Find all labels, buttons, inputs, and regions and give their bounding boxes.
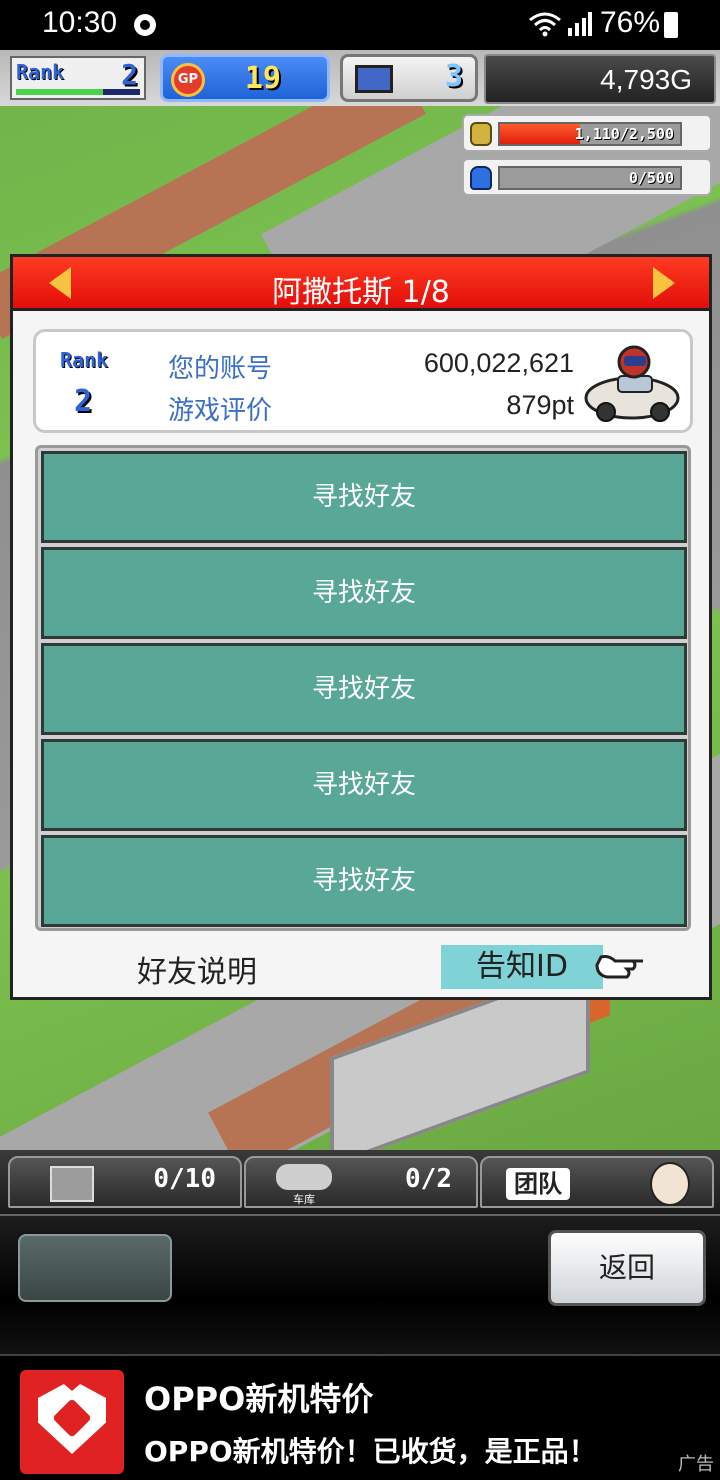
fuel-bottle-icon (470, 166, 492, 190)
coin-gauge-track: 1,110/2,500 (498, 122, 682, 146)
ad-tag: 广告 (678, 1454, 714, 1475)
bottom-toolbar: 0/10 车库 0/2 团队 (0, 1150, 720, 1214)
next-page-arrow-icon[interactable] (653, 267, 675, 299)
friends-dialog: 阿撒托斯 1/8 Rank 2 您的账号 600,022,621 游戏评价 87… (10, 254, 712, 1000)
fuel-gauge-track: 0/500 (498, 166, 682, 190)
coin-gauge-fill (500, 124, 580, 144)
crate-icon (50, 1166, 94, 1202)
research-panel[interactable]: 3 (340, 54, 478, 102)
rank-value: 2 (121, 58, 138, 91)
clock: 10:30 (42, 6, 118, 39)
team-label: 团队 (506, 1168, 570, 1200)
pointing-hand-icon (595, 955, 643, 979)
account-label: 您的账号 (168, 354, 273, 384)
rating-label: 游戏评价 (168, 396, 273, 426)
ad-subline: OPPO新机特价！已收货，是正品！ (144, 1435, 597, 1468)
garage-tab[interactable]: 车库 0/2 (244, 1156, 478, 1208)
notify-id-button[interactable]: 告知ID (441, 945, 603, 989)
garage-count: 0/2 (405, 1164, 452, 1194)
profile-card: Rank 2 您的账号 600,022,621 游戏评价 879pt (33, 329, 693, 433)
ad-banner[interactable]: OPPO新机特价 OPPO新机特价！已收货，是正品！ 广告 (0, 1354, 720, 1480)
status-bar: 10:30 76% (0, 0, 720, 50)
coin-stack-icon (470, 122, 492, 146)
gp-value: 19 (244, 61, 281, 96)
profile-rank-label: Rank (60, 348, 109, 372)
find-friend-button[interactable]: 寻找好友 (41, 739, 687, 831)
gp-panel[interactable]: GP 19 (160, 54, 330, 102)
team-tab[interactable]: 团队 (480, 1156, 714, 1208)
friend-list: 寻找好友 寻找好友 寻找好友 寻找好友 寻找好友 (35, 445, 691, 931)
battery-icon (664, 12, 678, 38)
staff-avatar-icon (650, 1162, 690, 1206)
coin-gauge: 1,110/2,500 (462, 114, 712, 152)
rank-panel[interactable]: Rank 2 (10, 56, 146, 100)
fuel-gauge-text: 0/500 (628, 169, 674, 187)
money-panel: 4,793G (484, 54, 716, 104)
computer-icon (355, 65, 393, 93)
coin-gauge-text: 1,110/2,500 (574, 125, 674, 143)
command-bar: 返回 (0, 1214, 720, 1354)
empty-command-slot (18, 1234, 172, 1302)
find-friend-button[interactable]: 寻找好友 (41, 643, 687, 735)
game-notification-icon (134, 14, 156, 36)
fuel-gauge: 0/500 (462, 158, 712, 196)
back-button[interactable]: 返回 (548, 1230, 706, 1306)
items-count: 0/10 (153, 1164, 216, 1194)
find-friend-button[interactable]: 寻找好友 (41, 547, 687, 639)
wifi-icon (529, 12, 561, 37)
battery-percent: 76% (600, 6, 661, 39)
profile-rank-value: 2 (74, 384, 93, 419)
rank-progress-bar (16, 89, 140, 95)
account-value: 600,022,621 (423, 348, 574, 378)
gp-coin-icon: GP (171, 63, 205, 97)
race-car-icon (584, 345, 680, 422)
items-tab[interactable]: 0/10 (8, 1156, 242, 1208)
money-value: 4,793G (600, 64, 692, 95)
rating-value: 879pt (506, 390, 574, 420)
friend-help-link[interactable]: 好友说明 (137, 947, 257, 991)
pinduoduo-logo-icon (20, 1370, 124, 1474)
garage-label: 车库 (293, 1193, 315, 1206)
dialog-title: 阿撒托斯 1/8 (272, 275, 450, 310)
garage-icon: 车库 (276, 1164, 332, 1206)
rank-label: Rank (16, 60, 65, 84)
signal-icon (568, 12, 592, 36)
ad-headline: OPPO新机特价 (144, 1380, 374, 1418)
dialog-header: 阿撒托斯 1/8 (13, 257, 709, 311)
find-friend-button[interactable]: 寻找好友 (41, 451, 687, 543)
find-friend-button[interactable]: 寻找好友 (41, 835, 687, 927)
research-value: 3 (444, 59, 463, 94)
